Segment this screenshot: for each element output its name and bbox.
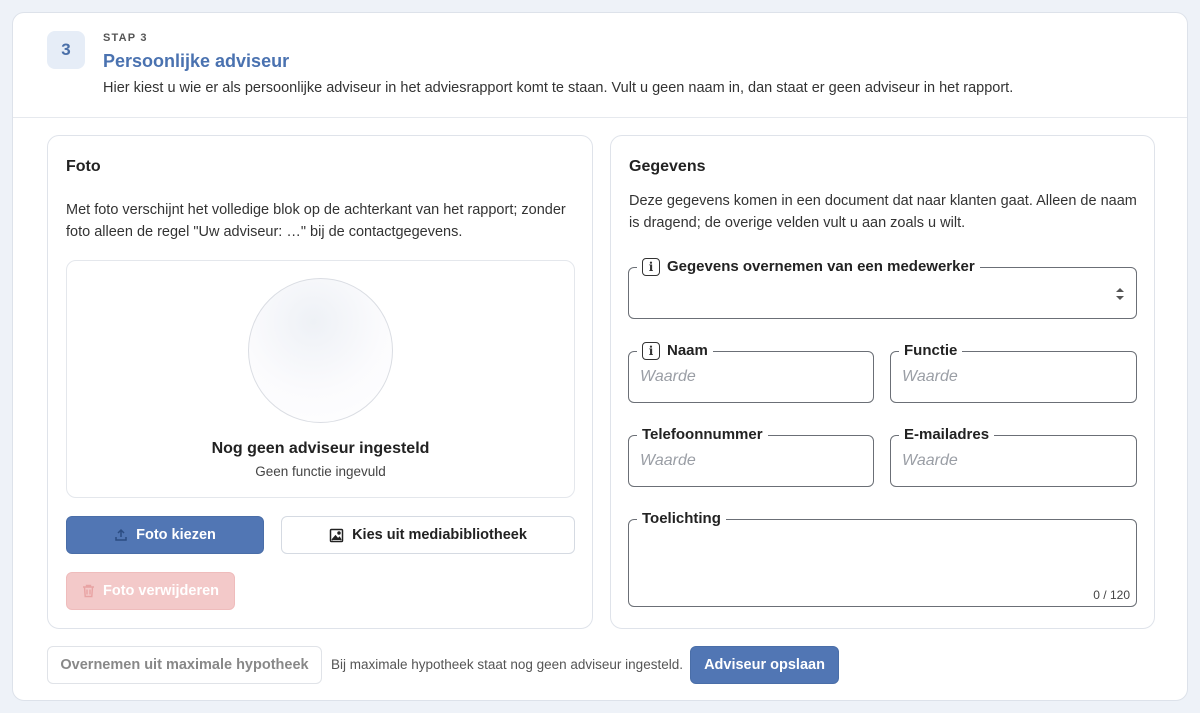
email-field[interactable]: E-mailadres	[890, 426, 1137, 487]
name-input[interactable]	[640, 368, 862, 386]
employee-select[interactable]: i Gegevens overnemen van een medewerker	[628, 258, 1137, 319]
header-divider	[13, 117, 1187, 118]
phone-field[interactable]: Telefoonnummer	[628, 426, 874, 487]
step-title: Persoonlijke adviseur	[103, 51, 290, 71]
note-textarea[interactable]	[640, 536, 1125, 586]
function-field-legend: Functie	[899, 342, 963, 360]
choose-photo-button[interactable]: Foto kiezen	[66, 516, 264, 554]
media-library-button[interactable]: Kies uit mediabibliotheek	[281, 516, 575, 554]
function-field[interactable]: Functie	[890, 342, 1137, 403]
name-field[interactable]: i Naam	[628, 342, 874, 403]
details-panel-title: Gegevens	[629, 158, 706, 175]
media-library-label: Kies uit mediabibliotheek	[352, 527, 527, 543]
details-panel: Gegevens Deze gegevens komen in een docu…	[610, 135, 1155, 629]
employee-select-legend: i Gegevens overnemen van een medewerker	[637, 258, 980, 276]
remove-photo-button[interactable]: Foto verwijderen	[66, 572, 235, 610]
trash-icon	[82, 584, 95, 598]
preview-advisor-name: Nog geen adviseur ingesteld	[211, 440, 430, 457]
footer-note: Bij maximale hypotheek staat nog geen ad…	[331, 657, 683, 672]
takeover-from-max-mortgage-button[interactable]: Overnemen uit maximale hypotheek	[47, 646, 322, 684]
email-input[interactable]	[902, 452, 1125, 470]
info-icon[interactable]: i	[642, 258, 660, 276]
employee-select-label: Gegevens overnemen van een medewerker	[667, 258, 975, 275]
note-char-counter: 0 / 120	[1093, 588, 1130, 602]
save-advisor-button[interactable]: Adviseur opslaan	[690, 646, 839, 684]
photo-panel-description: Met foto verschijnt het volledige blok o…	[66, 202, 566, 240]
preview-advisor-function: Geen functie ingevuld	[255, 464, 386, 479]
phone-input[interactable]	[640, 452, 862, 470]
remove-photo-label: Foto verwijderen	[102, 583, 220, 599]
phone-field-legend: Telefoonnummer	[637, 426, 768, 444]
step-number-badge: 3	[47, 31, 85, 69]
photo-panel-title: Foto	[66, 158, 101, 175]
upload-icon	[114, 528, 128, 542]
info-icon[interactable]: i	[642, 342, 660, 360]
image-icon	[329, 528, 344, 543]
step-description: Hier kiest u wie er als persoonlijke adv…	[103, 80, 1014, 96]
avatar-placeholder	[248, 278, 393, 423]
email-field-label: E-mailadres	[904, 426, 990, 443]
note-field-legend: Toelichting	[637, 510, 726, 528]
phone-field-label: Telefoonnummer	[642, 426, 763, 443]
step-label: STAP 3	[103, 32, 148, 44]
function-input[interactable]	[902, 368, 1125, 386]
name-field-label: Naam	[667, 342, 708, 359]
note-field[interactable]: Toelichting 0 / 120	[628, 510, 1137, 607]
advisor-preview: Nog geen adviseur ingesteld Geen functie…	[66, 260, 575, 498]
select-arrows-icon	[1114, 286, 1126, 302]
details-panel-description: Deze gegevens komen in een document dat …	[629, 193, 1137, 231]
takeover-label: Overnemen uit maximale hypotheek	[60, 657, 309, 673]
choose-photo-label: Foto kiezen	[136, 527, 216, 543]
step-card: 3 STAP 3 Persoonlijke adviseur Hier kies…	[12, 12, 1188, 701]
photo-panel: Foto Met foto verschijnt het volledige b…	[47, 135, 593, 629]
email-field-legend: E-mailadres	[899, 426, 995, 444]
function-field-label: Functie	[904, 342, 958, 359]
save-advisor-label: Adviseur opslaan	[704, 657, 825, 673]
note-field-label: Toelichting	[642, 510, 721, 527]
name-field-legend: i Naam	[637, 342, 713, 360]
